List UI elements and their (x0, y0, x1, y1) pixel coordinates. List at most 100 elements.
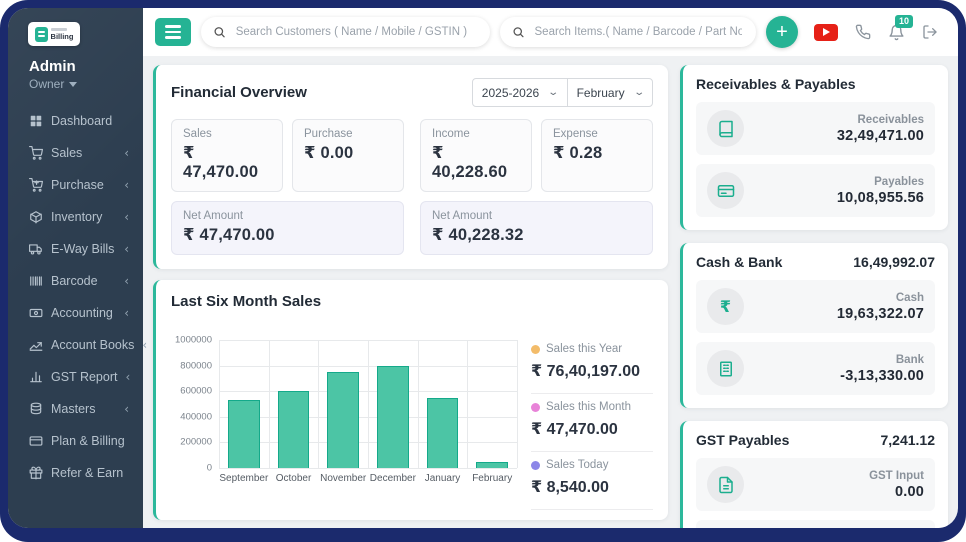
sidebar-item-purchase[interactable]: Purchase ‹ (8, 169, 143, 201)
youtube-icon[interactable] (814, 23, 838, 41)
credit-card-icon (29, 436, 43, 446)
barcode-icon (30, 276, 42, 286)
receivables-row[interactable]: Receivables 32,49,471.00 (696, 102, 935, 155)
add-new-button[interactable]: + (766, 16, 798, 48)
chart-y-axis: 1000000 800000 600000 400000 200000 0 (171, 335, 219, 474)
billing-logo-icon (34, 26, 48, 42)
sales-bar (327, 372, 360, 468)
bar-chart-icon (30, 371, 42, 383)
financial-overview-title: Financial Overview (171, 84, 307, 101)
period-selectors: 2025-2026 ⌄ February ⌄ (471, 78, 653, 107)
chevron-left-icon: ‹ (124, 242, 129, 256)
sidebar-item-plan-billing[interactable]: Plan & Billing‹ (8, 425, 143, 457)
legend-dot (531, 402, 540, 412)
sales-bar (476, 461, 509, 468)
month-select[interactable]: February ⌄ (566, 78, 653, 107)
database-icon (30, 402, 42, 415)
menu-toggle-button[interactable] (155, 18, 191, 46)
chevron-left-icon: ‹ (124, 402, 129, 416)
cash-bank-card: Cash & Bank 16,49,992.07 ₹ Cash 19,63,32… (680, 243, 948, 408)
search-icon (513, 27, 524, 38)
sales-bar-chart: 1000000 800000 600000 400000 200000 0 Septemb… (171, 318, 518, 510)
gst-output-row[interactable]: GST Output 7,241.12 (696, 520, 935, 528)
financial-overview-card: Financial Overview 2025-2026 ⌄ February … (153, 65, 668, 269)
app-logo[interactable]: Billing (28, 22, 80, 46)
chart-plot (219, 340, 518, 469)
dashboard-content: Financial Overview 2025-2026 ⌄ February … (143, 56, 958, 528)
search-items-input[interactable] (532, 25, 744, 39)
notifications-bell-icon[interactable]: 10 (888, 14, 914, 41)
sidebar-item-barcode[interactable]: Barcode ‹ (8, 265, 143, 297)
logo-tagline (50, 27, 67, 31)
gift-icon (29, 466, 43, 480)
main-area: + 10 (143, 8, 958, 528)
trend-chart-icon (29, 342, 43, 351)
sidebar-item-refer-earn[interactable]: Refer & Earn‹ (8, 457, 143, 489)
y-tick-label: 200000 (180, 436, 212, 448)
stat-card-expense: Expense ₹ 0.28 (541, 119, 653, 192)
sales-summary-legend: Sales this Year ₹ 76,40,197.00 Sales thi… (531, 318, 653, 510)
legend-sales-today: Sales Today ₹ 8,540.00 (531, 452, 653, 510)
bank-building-icon (707, 350, 744, 387)
chart-title: Last Six Month Sales (171, 293, 322, 310)
x-tick-label: September (219, 473, 269, 484)
user-role-dropdown[interactable]: Owner (29, 77, 143, 91)
chevron-left-icon: ‹ (124, 146, 129, 160)
legend-sales-this-month: Sales this Month ₹ 47,470.00 (531, 394, 653, 452)
document-icon (707, 466, 744, 503)
net-amount-card-income: Net Amount ₹ 40,228.32 (420, 201, 653, 255)
x-tick-label: November (320, 473, 367, 484)
truck-icon (29, 244, 42, 255)
phone-icon[interactable] (855, 24, 871, 40)
app-frame: Billing Admin Owner Dashboard‹ Sales‹ (0, 0, 966, 542)
topbar-actions: 10 (814, 14, 946, 41)
customer-search (201, 17, 490, 47)
gst-input-row[interactable]: GST Input 0.00 (696, 458, 935, 511)
stat-card-sales: Sales ₹ 47,470.00 (171, 119, 283, 192)
chevron-left-icon: ‹ (124, 274, 129, 288)
app-window: Billing Admin Owner Dashboard‹ Sales‹ (8, 8, 958, 528)
cart-icon (29, 178, 43, 192)
sidebar-item-account-books[interactable]: Account Books ‹ (8, 329, 147, 361)
sidebar-item-gst-report[interactable]: GST Report ‹ (8, 361, 143, 393)
bank-row[interactable]: Bank -3,13,330.00 (696, 342, 935, 395)
chevron-down-icon: ⌄ (632, 87, 645, 98)
sidebar: Billing Admin Owner Dashboard‹ Sales‹ (8, 8, 147, 528)
chevron-left-icon: ‹ (124, 210, 129, 224)
sidebar-item-inventory[interactable]: Inventory ‹ (8, 201, 143, 233)
credit-card-icon (707, 172, 744, 209)
top-bar: + 10 (143, 8, 958, 56)
stat-card-income: Income ₹ 40,228.60 (420, 119, 532, 192)
sidebar-item-accounting[interactable]: Accounting ‹ (8, 297, 143, 329)
item-search (500, 17, 756, 47)
sales-bar (426, 397, 459, 468)
sidebar-item-dashboard[interactable]: Dashboard‹ (8, 105, 143, 137)
y-tick-label: 1000000 (175, 334, 212, 346)
y-tick-label: 400000 (180, 411, 212, 423)
search-customers-input[interactable] (233, 25, 478, 39)
cash-row[interactable]: ₹ Cash 19,63,322.07 (696, 280, 935, 333)
chevron-left-icon: ‹ (124, 178, 129, 192)
chevron-left-icon: ‹ (124, 306, 129, 320)
y-tick-label: 600000 (180, 385, 212, 397)
sidebar-item-eway-bills[interactable]: E-Way Bills ‹ (8, 233, 143, 265)
chevron-down-icon (69, 81, 78, 87)
payables-row[interactable]: Payables 10,08,955.56 (696, 164, 935, 217)
x-tick-label: October (275, 473, 312, 484)
search-icon (214, 27, 225, 38)
logout-icon[interactable] (922, 24, 938, 40)
x-tick-label: December (369, 473, 416, 484)
y-tick-label: 800000 (180, 360, 212, 372)
legend-dot (531, 460, 540, 470)
legend-sales-this-year: Sales this Year ₹ 76,40,197.00 (531, 336, 653, 394)
year-select[interactable]: 2025-2026 ⌄ (471, 78, 568, 107)
sidebar-item-sales[interactable]: Sales ‹ (8, 137, 143, 169)
x-tick-label: February (472, 473, 513, 484)
sidebar-item-masters[interactable]: Masters ‹ (8, 393, 143, 425)
notification-count-badge: 10 (895, 14, 914, 28)
net-amount-card-sales: Net Amount ₹ 47,470.00 (171, 201, 404, 255)
last-six-month-sales-card: Last Six Month Sales 1000000 800000 600000… (153, 280, 668, 520)
legend-dot (531, 344, 540, 354)
banknote-icon (29, 308, 43, 318)
y-tick-label: 0 (206, 462, 212, 474)
